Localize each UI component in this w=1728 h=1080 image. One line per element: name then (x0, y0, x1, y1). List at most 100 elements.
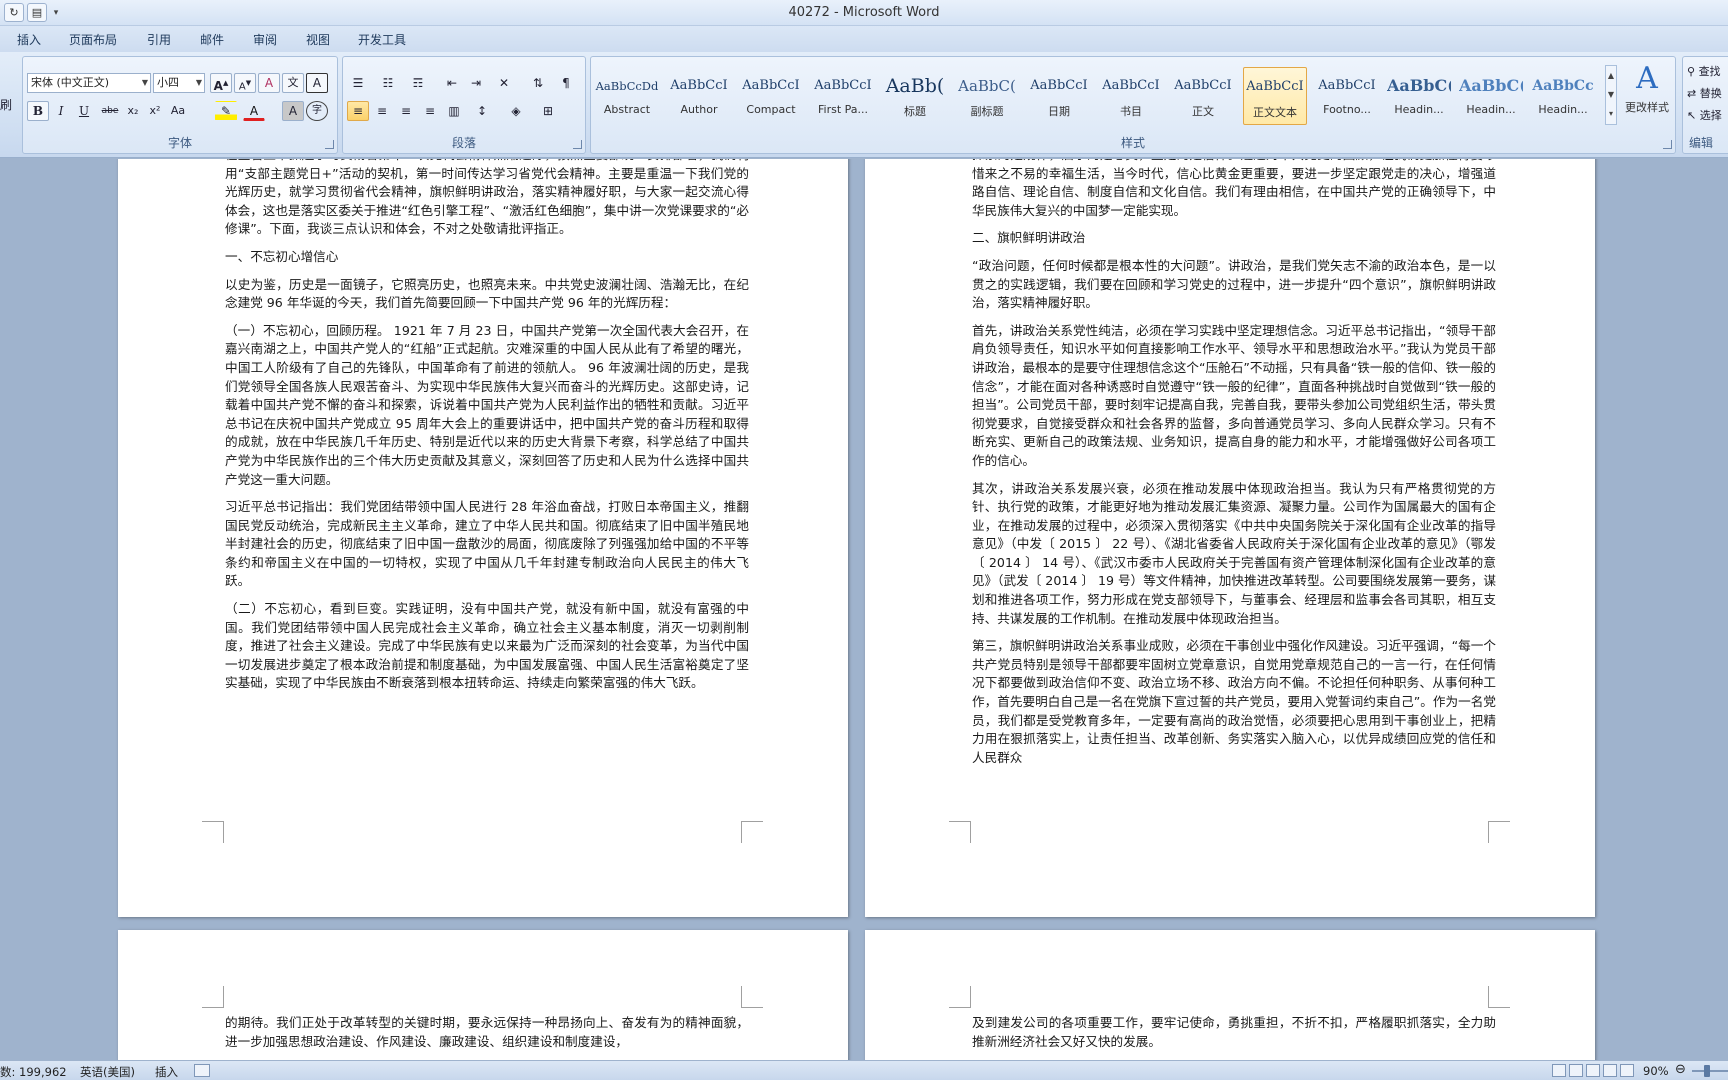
line-spacing-icon[interactable]: ↕ (471, 101, 493, 121)
tab-mailings[interactable]: 邮件 (200, 31, 224, 48)
chinese-layout-icon[interactable]: ✕ (493, 73, 515, 93)
tab-references[interactable]: 引用 (147, 31, 171, 48)
tab-view[interactable]: 视图 (306, 31, 330, 48)
style-footnote[interactable]: AaBbCcI Footno... (1315, 67, 1379, 125)
align-left-icon[interactable]: ≡ (347, 101, 369, 121)
styles-scroll[interactable]: ▲ ▼ ▾ (1605, 65, 1617, 125)
page-4[interactable]: 及到建发公司的各项重要工作，要牢记使命，勇挑重担，不折不扣，严格履职抓落实，全力… (865, 930, 1595, 1060)
format-painter-label[interactable]: 刷 (0, 96, 12, 113)
outline-icon[interactable] (1603, 1064, 1617, 1077)
align-right-icon[interactable]: ≡ (395, 101, 417, 121)
draft-icon[interactable] (1620, 1064, 1634, 1077)
paragraph[interactable]: 其次，讲政治关系发展兴衰，必须在推动发展中体现政治担当。我认为只有严格贯彻党的方… (972, 480, 1496, 629)
show-marks-icon[interactable]: ¶ (555, 73, 577, 93)
clear-format-button[interactable]: A (258, 73, 280, 93)
style-bibliography[interactable]: AaBbCcI 书目 (1099, 67, 1163, 125)
dialog-launcher-icon[interactable] (573, 140, 582, 149)
zoom-slider-thumb[interactable] (1704, 1065, 1710, 1077)
decrease-indent-icon[interactable]: ⇤ (441, 73, 463, 93)
paragraph[interactable]: （二）不忘初心，看到巨变。实践证明，没有中国共产党，就没有新中国，就没有富强的中… (225, 600, 749, 693)
underline-button[interactable]: U (73, 101, 95, 121)
tab-insert[interactable]: 插入 (17, 31, 41, 48)
numbering-icon[interactable]: ☷ (377, 73, 399, 93)
enclose-char-button[interactable]: 字 (306, 101, 328, 121)
page-2[interactable]: 探索的是规律，启示的是心灵，坚定的是信仰。通过对中共党史的回顾，让我们更加懂得要… (865, 159, 1595, 917)
highlight-color-button[interactable]: ✎ (215, 101, 237, 121)
web-layout-icon[interactable] (1586, 1064, 1600, 1077)
align-center-icon[interactable]: ≡ (371, 101, 393, 121)
insert-mode-indicator[interactable]: 插入 (155, 1064, 178, 1080)
paragraph[interactable]: “政治问题，任何时候都是根本性的大问题”。讲政治，是我们党矢志不渝的政治本色，是… (972, 257, 1496, 313)
shrink-font-button[interactable]: A▼ (234, 73, 256, 93)
style-heading-1[interactable]: AaBbC( Headin... (1387, 67, 1451, 125)
change-case-button[interactable]: Aa (167, 101, 189, 121)
print-layout-icon[interactable] (1552, 1064, 1566, 1077)
page-1[interactable]: 在主管上下抓起学习贯彻省第十一次党代会精神热潮之际，按照区委部统一安排部署，我们… (118, 159, 848, 917)
paragraph[interactable]: 的期待。我们正处于改革转型的关键时期，要永远保持一种昂扬向上、奋发有为的精神面貌… (225, 1014, 749, 1051)
document-area[interactable]: 在主管上下抓起学习贯彻省第十一次党代会精神热潮之际，按照区委部统一安排部署，我们… (0, 159, 1728, 1060)
distribute-icon[interactable]: ▥ (443, 101, 465, 121)
section-heading[interactable]: 一、不忘初心增信心 (225, 248, 749, 267)
tab-page-layout[interactable]: 页面布局 (69, 31, 117, 48)
page-4-body[interactable]: 及到建发公司的各项重要工作，要牢记使命，勇挑重担，不折不扣，严格履职抓落实，全力… (972, 1014, 1496, 1060)
style-first-paragraph[interactable]: AaBbCcI First Pa... (811, 67, 875, 125)
bold-button[interactable]: B (27, 101, 49, 121)
paragraph[interactable]: 以史为鉴，历史是一面镜子，它照亮历史，也照亮未来。中共党史波澜壮阔、浩瀚无比，在… (225, 276, 749, 313)
style-heading-2[interactable]: AaBbC( Headin... (1459, 67, 1523, 125)
superscript-button[interactable]: x² (144, 101, 166, 121)
chevron-down-icon[interactable]: ▼ (142, 74, 148, 92)
paragraph[interactable]: 首先，讲政治关系党性纯洁，必须在学习实践中坚定理想信念。习近平总书记指出，“领导… (972, 322, 1496, 471)
dialog-launcher-icon[interactable] (325, 140, 334, 149)
word-count[interactable]: 数: 199,962 (0, 1064, 67, 1080)
find-button[interactable]: ⚲ 查找 (1687, 61, 1722, 83)
change-styles-button[interactable]: A 更改样式 (1621, 59, 1673, 115)
style-compact[interactable]: AaBbCcI Compact (739, 67, 803, 125)
increase-indent-icon[interactable]: ⇥ (465, 73, 487, 93)
char-shading-button[interactable]: A (282, 101, 304, 121)
page-2-body[interactable]: 探索的是规律，启示的是心灵，坚定的是信仰。通过对中共党史的回顾，让我们更加懂得要… (972, 159, 1496, 776)
style-author[interactable]: AaBbCcI Author (667, 67, 731, 125)
tab-review[interactable]: 审阅 (253, 31, 277, 48)
strikethrough-button[interactable]: abe (99, 101, 121, 121)
section-heading[interactable]: 二、旗帜鲜明讲政治 (972, 229, 1496, 248)
zoom-out-icon[interactable]: ⊖ (1675, 1062, 1686, 1077)
bullets-icon[interactable]: ☰ (347, 73, 369, 93)
zoom-slider[interactable] (1692, 1070, 1728, 1072)
page-1-body[interactable]: 在主管上下抓起学习贯彻省第十一次党代会精神热潮之际，按照区委部统一安排部署，我们… (225, 159, 749, 702)
borders-icon[interactable]: ⊞ (537, 101, 559, 121)
dialog-launcher-icon[interactable] (1663, 140, 1672, 149)
style-date[interactable]: AaBbCcI 日期 (1027, 67, 1091, 125)
paragraph[interactable]: 第三，旗帜鲜明讲政治关系事业成败，必须在干事创业中强化作风建设。习近平强调，“每… (972, 637, 1496, 767)
macro-record-icon[interactable] (194, 1064, 210, 1077)
language-indicator[interactable]: 英语(美国) (80, 1064, 135, 1080)
paragraph[interactable]: 习近平总书记指出：我们党团结带领中国人民进行 28 年浴血奋战，打败日本帝国主义… (225, 498, 749, 591)
style-body-text[interactable]: AaBbCcI 正文文本 (1243, 67, 1307, 125)
full-screen-reading-icon[interactable] (1569, 1064, 1583, 1077)
paragraph[interactable]: 在主管上下抓起学习贯彻省第十一次党代会精神热潮之际，按照区委部统一安排部署，我们… (225, 159, 749, 239)
replace-button[interactable]: ⇄ 替换 (1687, 83, 1722, 105)
style-heading-3[interactable]: AaBbCc Headin... (1531, 67, 1595, 125)
phonetic-guide-button[interactable]: 文 (282, 73, 304, 93)
page-3[interactable]: 的期待。我们正处于改革转型的关键时期，要永远保持一种昂扬向上、奋发有为的精神面貌… (118, 930, 848, 1060)
sort-icon[interactable]: ⇅ (527, 73, 549, 93)
italic-button[interactable]: I (50, 101, 72, 121)
font-color-button[interactable]: A (243, 101, 265, 121)
zoom-level[interactable]: 90% (1643, 1064, 1669, 1078)
chevron-down-icon[interactable]: ▼ (196, 74, 202, 92)
style-title[interactable]: AaBb( 标题 (883, 67, 947, 125)
justify-icon[interactable]: ≡ (419, 101, 441, 121)
style-normal[interactable]: AaBbCcI 正文 (1171, 67, 1235, 125)
paragraph[interactable]: （一）不忘初心，回顾历程。 1921 年 7 月 23 日，中国共产党第一次全国… (225, 322, 749, 489)
char-border-button[interactable]: A (306, 73, 328, 93)
paragraph[interactable]: 探索的是规律，启示的是心灵，坚定的是信仰。通过对中共党史的回顾，让我们更加懂得要… (972, 159, 1496, 220)
select-button[interactable]: ↖ 选择 (1687, 105, 1722, 127)
style-subtitle[interactable]: AaBbC( 副标题 (955, 67, 1019, 125)
grow-font-button[interactable]: A▲ (210, 73, 232, 93)
subscript-button[interactable]: x₂ (122, 101, 144, 121)
font-name-combo[interactable]: 宋体 (中文正文) ▼ (27, 73, 151, 93)
paragraph[interactable]: 及到建发公司的各项重要工作，要牢记使命，勇挑重担，不折不扣，严格履职抓落实，全力… (972, 1014, 1496, 1051)
style-abstract[interactable]: AaBbCcDd Abstract (595, 67, 659, 125)
page-3-body[interactable]: 的期待。我们正处于改革转型的关键时期，要永远保持一种昂扬向上、奋发有为的精神面貌… (225, 1014, 749, 1060)
multilevel-list-icon[interactable]: ☶ (407, 73, 429, 93)
shading-icon[interactable]: ◈ (505, 101, 527, 121)
